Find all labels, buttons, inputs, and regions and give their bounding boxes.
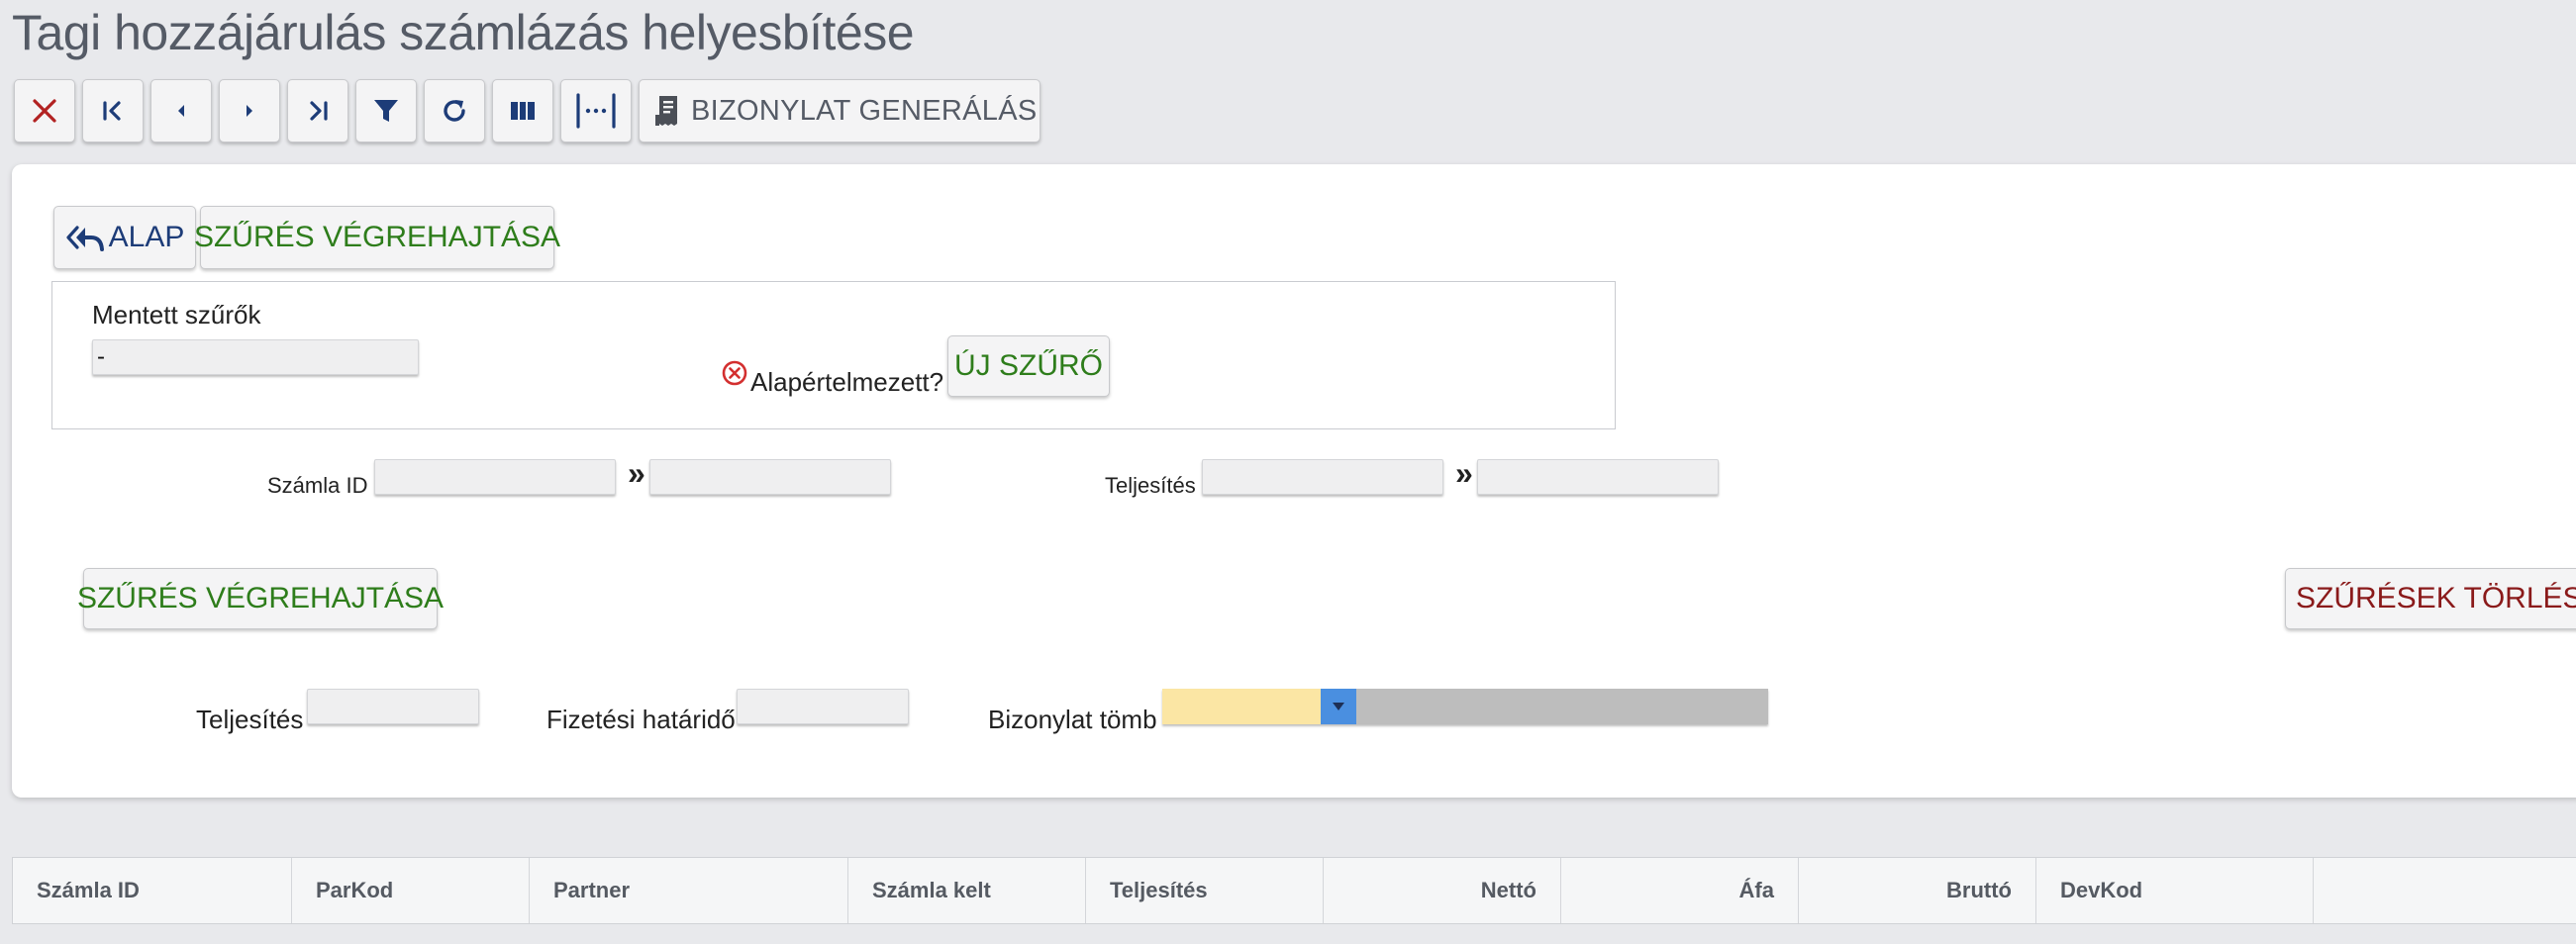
teljesites-input[interactable] — [307, 689, 479, 724]
circle-x-icon[interactable] — [721, 359, 748, 387]
saved-filters-box: Mentett szűrők - Alapértelmezett? ÚJ SZŰ… — [51, 281, 1616, 429]
reply-all-icon — [66, 226, 104, 251]
execute-filter-button-top[interactable]: SZŰRÉS VÉGREHAJTÁSA — [194, 206, 560, 269]
next-record-button[interactable] — [219, 79, 280, 142]
teljesites-from-input[interactable] — [1202, 459, 1443, 495]
refresh-icon — [444, 100, 465, 122]
close-button[interactable] — [14, 79, 75, 142]
new-filter-button[interactable]: ÚJ SZŰRŐ — [947, 335, 1110, 397]
columns-button[interactable] — [492, 79, 553, 142]
column-width-button[interactable] — [560, 79, 632, 142]
column-header-szamla-id[interactable]: Számla ID — [13, 858, 292, 923]
page-title: Tagi hozzájárulás számlázás helyesbítése — [12, 5, 915, 60]
combo-dropdown-button[interactable] — [1321, 689, 1356, 724]
saved-filters-label: Mentett szűrők — [92, 300, 261, 330]
szamla-id-label: Számla ID — [267, 473, 368, 498]
default-checkbox-label: Alapértelmezett? — [750, 367, 944, 397]
chevron-down-icon — [1333, 703, 1344, 710]
generate-document-label: BIZONYLAT GENERÁLÁS — [691, 94, 1038, 127]
filter-button[interactable] — [355, 79, 417, 142]
close-icon — [33, 99, 56, 123]
column-header-brutto[interactable]: Bruttó — [1799, 858, 2036, 923]
grid-header: Számla ID ParKod Partner Számla kelt Tel… — [12, 857, 2576, 924]
refresh-button[interactable] — [424, 79, 485, 142]
next-icon — [247, 105, 252, 117]
szamla-id-range-separator: » — [628, 455, 645, 491]
column-header-devkod[interactable]: DevKod — [2036, 858, 2314, 923]
first-record-button[interactable] — [82, 79, 144, 142]
columns-icon — [511, 102, 535, 120]
column-header-netto[interactable]: Nettó — [1324, 858, 1561, 923]
prev-icon — [178, 105, 184, 117]
teljesites-range-separator: » — [1455, 455, 1473, 491]
fizetesi-hatarido-label: Fizetési határidő — [546, 705, 736, 734]
column-width-icon — [576, 93, 616, 129]
teljesites-to-input[interactable] — [1477, 459, 1719, 495]
szamla-id-from-input[interactable] — [374, 459, 616, 495]
last-icon — [310, 101, 328, 121]
prev-record-button[interactable] — [150, 79, 212, 142]
teljesites-range-label: Teljesítés — [1105, 473, 1196, 498]
fizetesi-hatarido-input[interactable] — [737, 689, 909, 724]
bizonylat-tomb-combo[interactable] — [1162, 689, 1768, 724]
szamla-id-to-input[interactable] — [649, 459, 891, 495]
column-header-parkod[interactable]: ParKod — [292, 858, 530, 923]
column-header-szamla-kelt[interactable]: Számla kelt — [848, 858, 1086, 923]
column-header-teljesites[interactable]: Teljesítés — [1086, 858, 1324, 923]
alap-label: ALAP — [108, 221, 185, 253]
filter-icon — [374, 100, 398, 122]
last-record-button[interactable] — [287, 79, 348, 142]
column-header-partner[interactable]: Partner — [530, 858, 848, 923]
teljesites-label: Teljesítés — [196, 705, 304, 734]
alap-button[interactable]: ALAP — [53, 206, 196, 269]
document-icon — [655, 96, 677, 126]
first-icon — [103, 101, 121, 121]
generate-document-button[interactable]: BIZONYLAT GENERÁLÁS — [639, 79, 1040, 142]
clear-filters-button[interactable]: SZŰRÉSEK TÖRLÉSE — [2285, 568, 2576, 629]
saved-filters-select[interactable]: - — [92, 339, 419, 375]
column-header-afa[interactable]: Áfa — [1561, 858, 1799, 923]
bizonylat-tomb-label: Bizonylat tömb — [988, 705, 1157, 734]
execute-filter-button-bottom[interactable]: SZŰRÉS VÉGREHAJTÁSA — [77, 568, 444, 629]
filter-panel: ALAP SZŰRÉS VÉGREHAJTÁSA Mentett szűrők … — [12, 164, 2576, 798]
bizonylat-tomb-value[interactable] — [1162, 689, 1321, 724]
